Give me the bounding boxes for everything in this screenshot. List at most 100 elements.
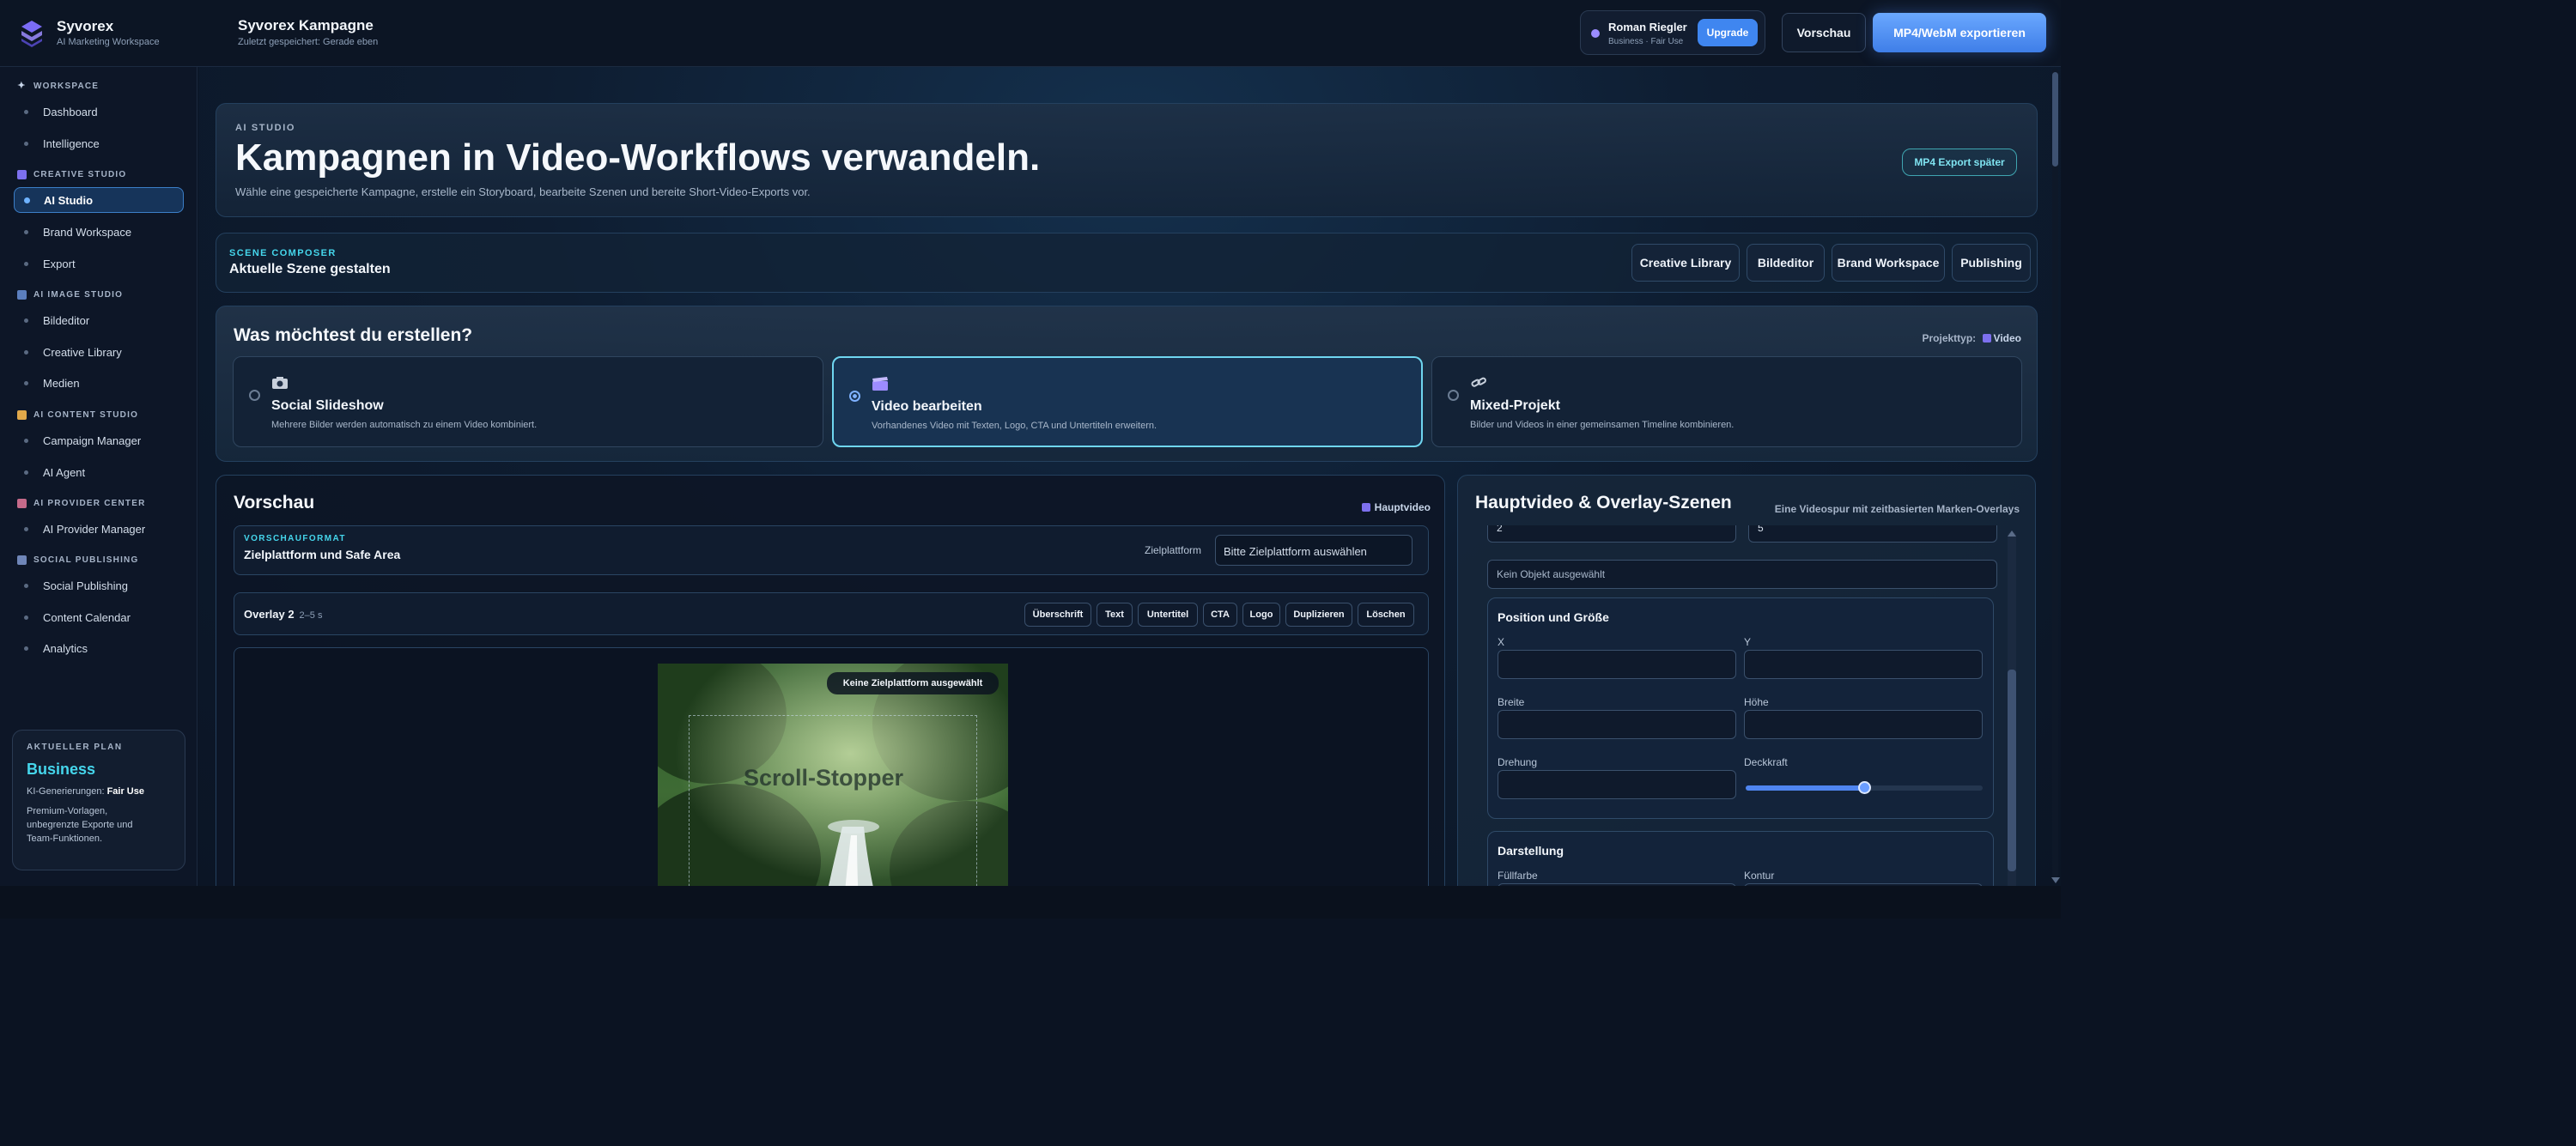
scene-scrollbar-thumb[interactable] [2008, 670, 2016, 871]
clapper-icon [872, 377, 888, 391]
overlay-text-scroll-stopper[interactable]: Scroll-Stopper [744, 765, 903, 791]
page-subtitle: Wähle eine gespeicherte Kampagne, erstel… [235, 185, 811, 198]
overlay-toolbar: Overlay 2 2–5 s Überschrift Text Untertit… [234, 592, 1429, 635]
sidebar-item-ai-studio[interactable]: AI Studio [14, 187, 184, 213]
sidebar-item-ai-agent[interactable]: AI Agent [14, 459, 184, 485]
position-size-title: Position und Größe [1498, 610, 1609, 624]
pen-icon [17, 410, 27, 420]
radio-button[interactable] [1448, 390, 1459, 401]
opacity-slider[interactable] [1746, 781, 1983, 794]
tool-loeschen-button[interactable]: Löschen [1358, 603, 1414, 627]
link-icon [1471, 377, 1486, 387]
sidebar-item-dashboard[interactable]: Dashboard [14, 99, 184, 124]
sidebar-item-bildeditor[interactable]: Bildeditor [14, 307, 184, 333]
platform-label: Zielplattform [1145, 544, 1202, 556]
rotation-label: Drehung [1498, 756, 1538, 768]
tool-ueberschrift-button[interactable]: Überschrift [1024, 603, 1091, 627]
preview-button[interactable]: Vorschau [1782, 13, 1866, 52]
save-status: Zuletzt gespeichert: Gerade eben [238, 37, 379, 47]
plan-generations: KI-Generierungen: Fair Use [27, 786, 171, 797]
user-menu[interactable]: Roman Riegler Business · Fair Use Upgrad… [1580, 10, 1765, 55]
bullet-icon [24, 615, 28, 620]
sidebar-item-ai-provider-manager[interactable]: AI Provider Manager [14, 516, 184, 542]
platform-select[interactable]: Bitte Zielplattform auswählen [1215, 535, 1413, 566]
sidebar-item-label: AI Provider Manager [43, 522, 146, 536]
sidebar-item-analytics[interactable]: Analytics [14, 635, 184, 661]
x-input[interactable] [1498, 650, 1736, 679]
sidebar-item-social-publishing[interactable]: Social Publishing [14, 573, 184, 598]
y-input[interactable] [1744, 650, 1983, 679]
safe-area-frame [689, 715, 977, 886]
image-icon [17, 290, 27, 300]
bullet-icon [24, 318, 28, 323]
chip-creative-library[interactable]: Creative Library [1631, 244, 1740, 282]
sparkle-icon: ✦ [17, 81, 27, 91]
page-scrollbar-thumb[interactable] [2052, 72, 2058, 167]
tool-untertitel-button[interactable]: Untertitel [1138, 603, 1198, 627]
top-bar: Syvorex AI Marketing Workspace Syvorex K… [0, 0, 2061, 67]
opacity-slider-handle[interactable] [1858, 781, 1871, 794]
export-button[interactable]: MP4/WebM exportieren [1873, 13, 2046, 52]
user-plan: Business · Fair Use [1608, 37, 1684, 46]
page-title: Kampagnen in Video-Workflows verwandeln. [235, 136, 1041, 179]
sidebar-item-label: Campaign Manager [43, 434, 142, 447]
end-time-input[interactable]: 5 [1748, 525, 1997, 543]
composer-title: Aktuelle Szene gestalten [229, 262, 391, 276]
sidebar-item-creative-library[interactable]: Creative Library [14, 339, 184, 365]
tool-duplizieren-button[interactable]: Duplizieren [1285, 603, 1352, 627]
sidebar-item-medien[interactable]: Medien [14, 370, 184, 396]
syvorex-logo-icon [21, 21, 42, 47]
rotation-input[interactable] [1498, 770, 1736, 799]
bullet-icon [24, 197, 30, 203]
sidebar-item-label: AI Studio [44, 193, 94, 207]
sidebar-item-brand-workspace[interactable]: Brand Workspace [14, 219, 184, 245]
mp4-export-badge: MP4 Export später [1902, 149, 2017, 176]
project-title: Syvorex Kampagne [238, 17, 374, 33]
chip-brand-workspace[interactable]: Brand Workspace [1832, 244, 1945, 282]
nav-section-label: AI IMAGE STUDIO [33, 290, 124, 300]
sidebar-item-label: Bildeditor [43, 313, 90, 327]
height-input[interactable] [1744, 710, 1983, 739]
scene-panel-subtitle: Eine Videospur mit zeitbasierten Marken-… [1774, 503, 2020, 515]
create-type-panel: Was möchtest du erstellen? Projekttyp: V… [216, 306, 2038, 462]
scene-composer-bar: SCENE COMPOSER Aktuelle Szene gestalten … [216, 233, 2038, 293]
robot-icon [17, 499, 27, 508]
tool-logo-button[interactable]: Logo [1242, 603, 1280, 627]
chip-bildeditor[interactable]: Bildeditor [1747, 244, 1825, 282]
sidebar-item-intelligence[interactable]: Intelligence [14, 130, 184, 156]
scene-properties-scroll[interactable]: 2 5 Kein Objekt ausgewählt Position und … [1475, 525, 2018, 886]
preview-stage: Scroll-Stopper Keine Zielplattform ausge… [234, 647, 1429, 886]
scroll-up-icon[interactable] [2008, 531, 2016, 537]
overlay-title: Overlay 2 2–5 s [244, 608, 322, 621]
tool-text-button[interactable]: Text [1097, 603, 1133, 627]
radio-button[interactable] [849, 391, 860, 402]
radio-button[interactable] [249, 390, 260, 401]
sidebar-item-label: Analytics [43, 641, 88, 655]
sidebar-item-content-calendar[interactable]: Content Calendar [14, 604, 184, 630]
calendar-icon [17, 555, 27, 565]
scene-scrollbar[interactable] [2008, 532, 2016, 886]
nav-section-label: WORKSPACE [33, 82, 100, 91]
option-mixed-projekt[interactable]: Mixed-Projekt Bilder und Videos in einer… [1431, 356, 2022, 447]
bullet-icon [24, 584, 28, 588]
sidebar-item-campaign-manager[interactable]: Campaign Manager [14, 427, 184, 453]
overlay-scenes-panel: Hauptvideo & Overlay-Szenen Eine Videosp… [1457, 475, 2036, 886]
chip-publishing[interactable]: Publishing [1952, 244, 2031, 282]
upgrade-button[interactable]: Upgrade [1698, 19, 1758, 46]
start-time-input[interactable]: 2 [1487, 525, 1736, 543]
scroll-down-icon[interactable] [2051, 877, 2060, 883]
width-label: Breite [1498, 696, 1525, 708]
video-type-icon [1982, 334, 1991, 343]
stroke-label: Kontur [1744, 870, 1775, 882]
width-input[interactable] [1498, 710, 1736, 739]
option-video-bearbeiten[interactable]: Video bearbeiten Vorhandenes Video mit T… [832, 356, 1423, 447]
opacity-label: Deckkraft [1744, 756, 1788, 768]
video-canvas[interactable]: Scroll-Stopper Keine Zielplattform ausge… [658, 664, 1008, 886]
tool-cta-button[interactable]: CTA [1203, 603, 1237, 627]
page-scrollbar[interactable] [2052, 69, 2058, 877]
brand-subtitle: AI Marketing Workspace [57, 37, 160, 47]
sidebar-item-export[interactable]: Export [14, 251, 184, 276]
main-content: AI STUDIO Kampagnen in Video-Workflows v… [198, 67, 2061, 886]
option-social-slideshow[interactable]: Social Slideshow Mehrere Bilder werden a… [233, 356, 823, 447]
position-size-panel: Position und Größe X Y Breite Höhe Drehu… [1487, 597, 1994, 819]
